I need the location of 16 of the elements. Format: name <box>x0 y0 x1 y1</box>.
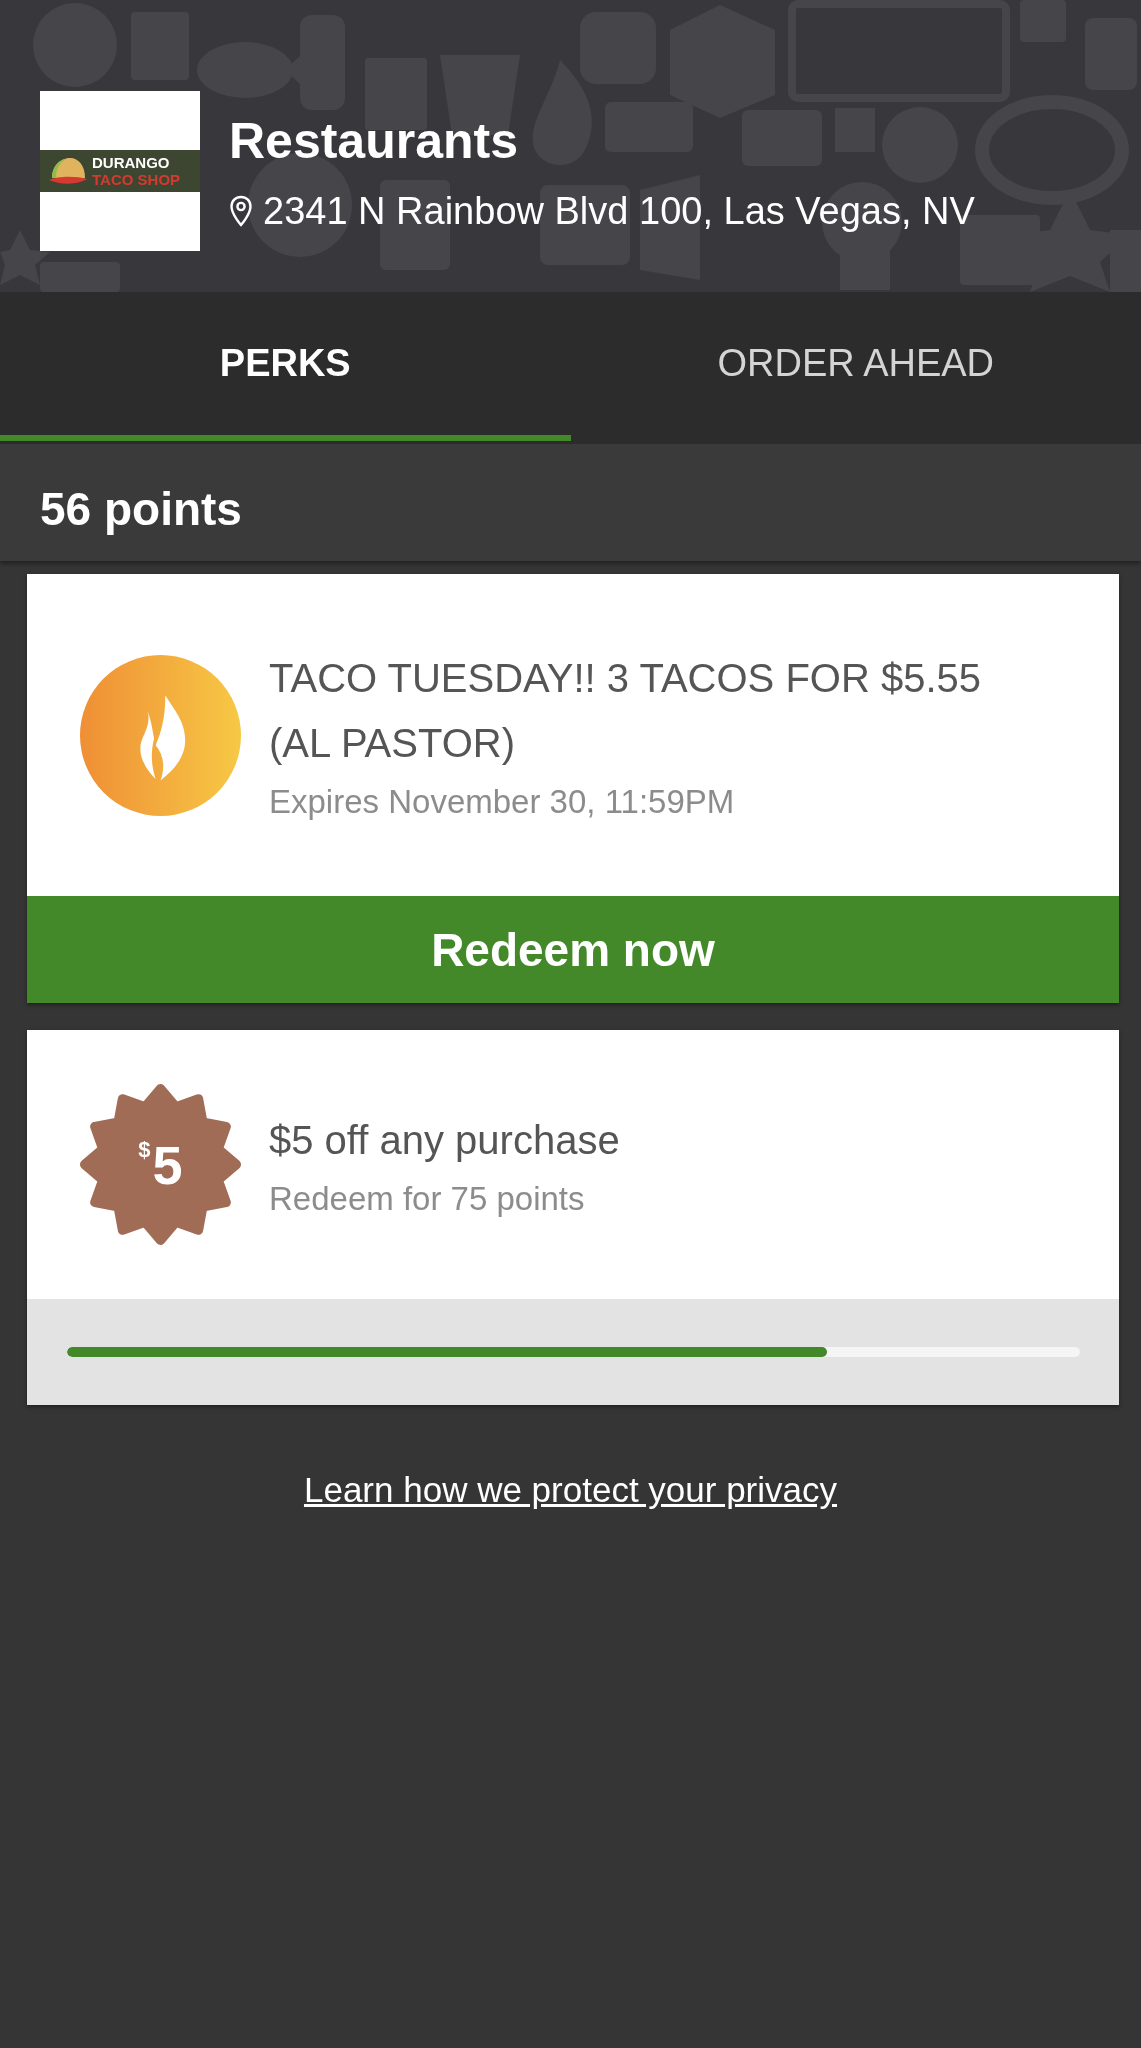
location-pin-icon <box>229 195 253 227</box>
store-title: Restaurants <box>229 112 519 171</box>
logo-text: DURANGO <box>92 154 171 171</box>
price-badge: $5 <box>80 1084 241 1245</box>
store-address: 2341 N Rainbow Blvd 100, Las Vegas, NV <box>263 189 975 234</box>
reward-subtitle: Redeem for 75 points <box>269 1179 586 1219</box>
flame-icon <box>80 654 241 816</box>
reward-title: $5 off any purchase <box>269 1117 621 1164</box>
logo-text: TACO SHOP <box>92 171 181 188</box>
tab[interactable]: ORDER AHEAD <box>570 292 1141 441</box>
reward-title: TACO TUESDAY!! 3 TACOS FOR $5.55 (AL PASTOR) <box>269 655 983 767</box>
reward-subtitle: Expires November 30, 11:59PM <box>269 782 736 822</box>
points-balance: 56 points <box>40 481 242 536</box>
privacy-link[interactable]: Learn how we protect your privacy <box>303 1465 837 1515</box>
taco-icon <box>48 156 88 186</box>
redeem-button[interactable]: Redeem now <box>27 896 1119 1003</box>
